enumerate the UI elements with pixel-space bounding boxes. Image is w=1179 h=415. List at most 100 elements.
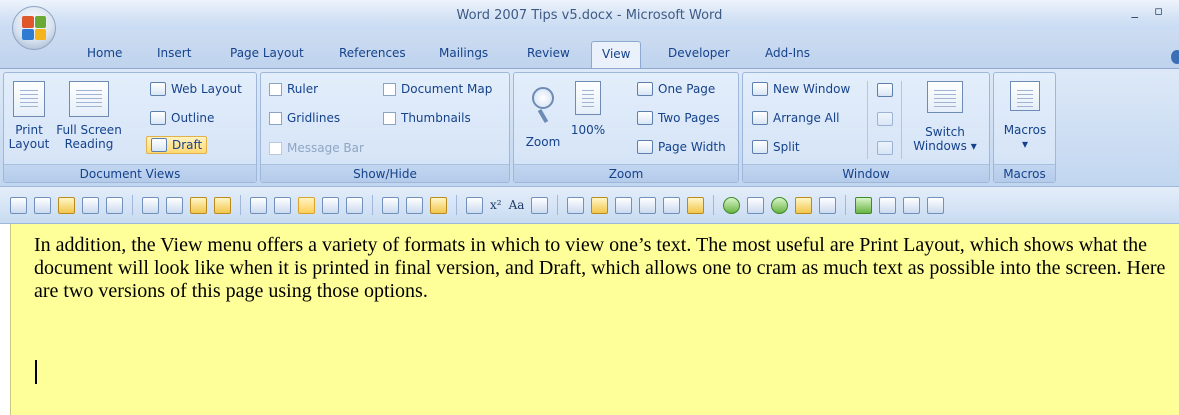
message-bar-checkbox[interactable]: Message Bar	[269, 141, 364, 155]
pen-icon[interactable]	[567, 196, 585, 214]
tab-review[interactable]: Review	[527, 46, 570, 68]
outline-toolbar-icon[interactable]	[322, 196, 339, 214]
paragraph-icon[interactable]	[466, 196, 483, 214]
zoom-100-label: 100%	[570, 123, 606, 137]
ribbon-tab-row: Home Insert Page Layout References Maili…	[0, 30, 1179, 69]
picture-icon[interactable]	[639, 196, 657, 214]
zoom-100-button[interactable]: 100%	[568, 81, 608, 137]
save-icon[interactable]	[142, 196, 159, 214]
toolbar-separator	[132, 195, 133, 215]
full-screen-reading-icon	[69, 81, 109, 117]
one-page-button[interactable]: One Page	[637, 82, 715, 96]
switch-windows-button[interactable]: Switch Windows ▾	[905, 81, 985, 153]
two-pages-button[interactable]: Two Pages	[637, 111, 720, 125]
window-group-divider	[867, 81, 868, 159]
tab-references[interactable]: References	[339, 46, 406, 68]
frame-icon[interactable]	[819, 196, 837, 214]
group-label-document-views: Document Views	[4, 164, 256, 182]
reset-window-position-icon[interactable]	[877, 141, 893, 155]
two-pages-label: Two Pages	[658, 111, 720, 125]
copy-page-icon[interactable]	[82, 196, 99, 214]
forward-icon[interactable]	[771, 196, 789, 214]
full-screen-icon[interactable]	[274, 196, 291, 214]
chevron-down-icon: ▾	[970, 139, 977, 153]
tab-mailings[interactable]: Mailings	[439, 46, 488, 68]
tab-developer[interactable]: Developer	[668, 46, 730, 68]
folder-icon[interactable]	[190, 196, 207, 214]
tab-page-layout[interactable]: Page Layout	[230, 46, 304, 68]
split-label: Split	[773, 140, 800, 154]
folder-3-icon[interactable]	[591, 196, 609, 214]
group-zoom: Zoom 100% One Page Two Pages Page Width …	[513, 72, 739, 183]
view-side-by-side-icon[interactable]	[877, 83, 893, 97]
group-document-views: Print Layout Full Screen Reading Web Lay…	[3, 72, 257, 183]
document-text[interactable]: In addition, the View menu offers a vari…	[34, 234, 1174, 303]
back-icon[interactable]	[723, 196, 741, 214]
full-screen-reading-button[interactable]: Full Screen Reading	[52, 81, 126, 151]
envelope-icon[interactable]	[382, 196, 399, 214]
ribbon: Print Layout Full Screen Reading Web Lay…	[0, 68, 1179, 186]
document-map-label: Document Map	[401, 82, 493, 96]
title-bar: Word 2007 Tips v5.docx - Microsoft Word …	[0, 0, 1179, 30]
window-controls[interactable]: _ ▫	[1132, 4, 1169, 19]
help-icon[interactable]	[1171, 50, 1179, 64]
split-icon	[752, 140, 768, 154]
book-icon[interactable]	[855, 196, 873, 214]
toolbar-separator	[240, 195, 241, 215]
thumbnails-checkbox[interactable]: Thumbnails	[383, 111, 471, 125]
switch-windows-icon	[927, 81, 963, 113]
gridlines-checkbox[interactable]: Gridlines	[269, 111, 340, 125]
ruler-check-icon	[269, 82, 282, 96]
print-layout-toolbar-icon[interactable]	[298, 196, 315, 214]
arrange-all-button[interactable]: Arrange All	[752, 111, 840, 125]
arrow-icon[interactable]	[903, 196, 921, 214]
tab-insert[interactable]: Insert	[157, 46, 191, 68]
tab-add-ins[interactable]: Add-Ins	[765, 46, 810, 68]
new-window-button[interactable]: New Window	[752, 82, 850, 96]
superscript-button[interactable]: x²	[490, 198, 502, 212]
message-bar-check-icon	[269, 141, 282, 155]
draft-button[interactable]: Draft	[146, 136, 208, 154]
outline-button[interactable]: Outline	[150, 111, 214, 125]
macros-button[interactable]: Macros ▾	[997, 81, 1053, 151]
document-map-checkbox[interactable]: Document Map	[383, 82, 492, 96]
zoom-button[interactable]: Zoom	[522, 81, 564, 149]
print-layout-icon	[13, 81, 45, 117]
customize-icon[interactable]	[927, 196, 945, 214]
zoom-100-icon	[575, 81, 601, 115]
table-icon[interactable]	[531, 196, 549, 214]
office-button[interactable]	[12, 6, 56, 50]
toolbar-separator	[845, 195, 847, 215]
page-width-button[interactable]: Page Width	[637, 140, 726, 154]
save-as-icon[interactable]	[166, 196, 183, 214]
split-button[interactable]: Split	[752, 140, 800, 154]
page-icon[interactable]	[747, 196, 765, 214]
print-icon[interactable]	[406, 196, 423, 214]
tab-home[interactable]: Home	[87, 46, 122, 68]
web-layout-button[interactable]: Web Layout	[150, 82, 242, 96]
clipart-icon[interactable]	[687, 196, 705, 214]
draft-toolbar-icon[interactable]	[346, 196, 363, 214]
open-folder-icon[interactable]	[58, 196, 75, 214]
change-case-button[interactable]: Aa	[509, 198, 525, 212]
properties-icon[interactable]	[106, 196, 123, 214]
message-bar-label: Message Bar	[287, 141, 364, 155]
ruler-checkbox[interactable]: Ruler	[269, 82, 318, 96]
group-window: New Window Arrange All Split Switch Wind…	[742, 72, 990, 183]
arrange-all-label: Arrange All	[773, 111, 840, 125]
document-page[interactable]: In addition, the View menu offers a vari…	[10, 224, 1179, 415]
link-icon[interactable]	[615, 196, 633, 214]
synchronous-scrolling-icon[interactable]	[877, 112, 893, 126]
tab-view[interactable]: View	[591, 41, 642, 69]
full-screen-reading-label: Full Screen Reading	[56, 123, 122, 151]
office-logo-icon	[22, 16, 46, 40]
new-document-icon[interactable]	[10, 196, 27, 214]
print-layout-button[interactable]: Print Layout	[8, 81, 50, 151]
new-from-template-icon[interactable]	[34, 196, 51, 214]
document-2-icon[interactable]	[879, 196, 897, 214]
web-view-icon[interactable]	[250, 196, 267, 214]
folder-2-icon[interactable]	[214, 196, 231, 214]
highlight-icon[interactable]	[795, 196, 813, 214]
print-preview-icon[interactable]	[430, 196, 447, 214]
document-icon[interactable]	[663, 196, 681, 214]
